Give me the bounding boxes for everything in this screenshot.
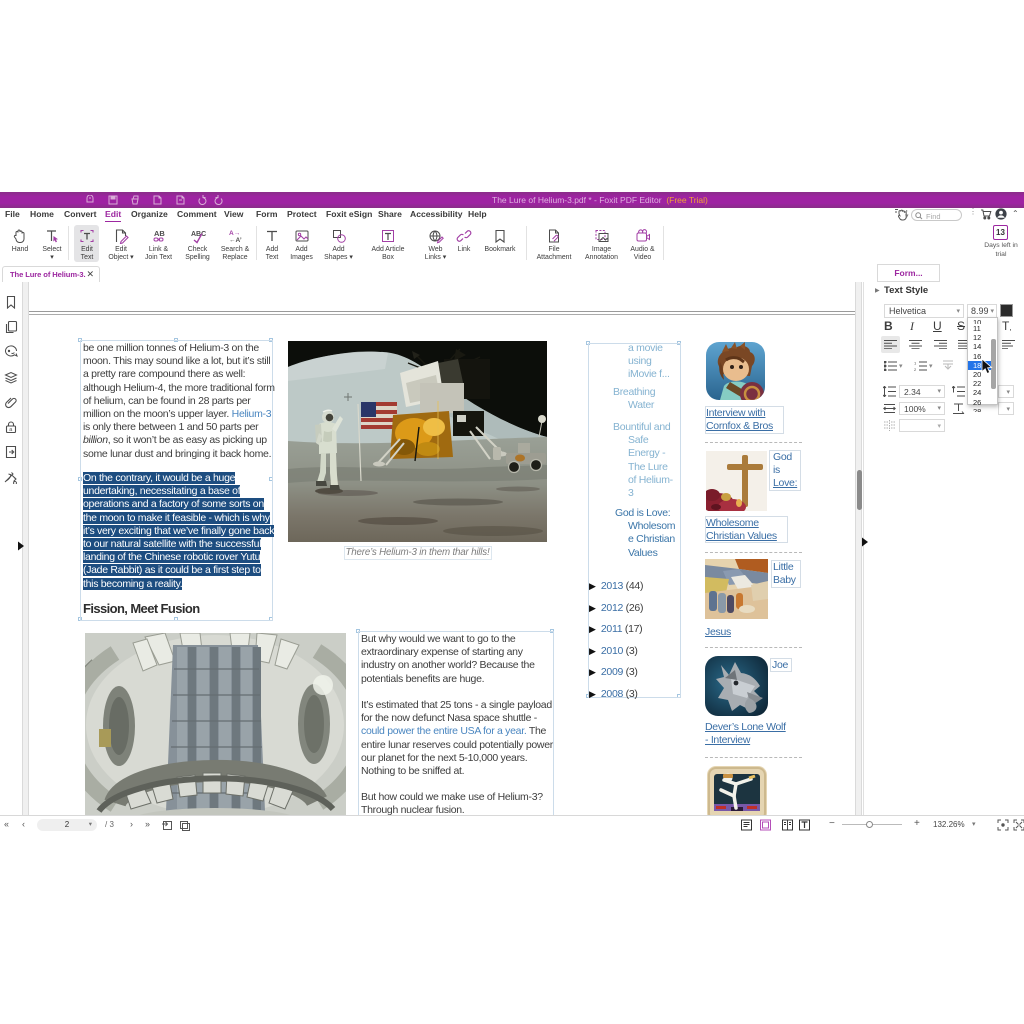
svg-text:ABC: ABC (191, 231, 206, 238)
svg-text:1: 1 (914, 361, 917, 366)
svg-text:AB: AB (154, 229, 165, 238)
svg-text:←A’: ←A’ (229, 237, 242, 244)
svg-text:2: 2 (914, 367, 917, 371)
svg-text:A→: A→ (229, 230, 240, 237)
